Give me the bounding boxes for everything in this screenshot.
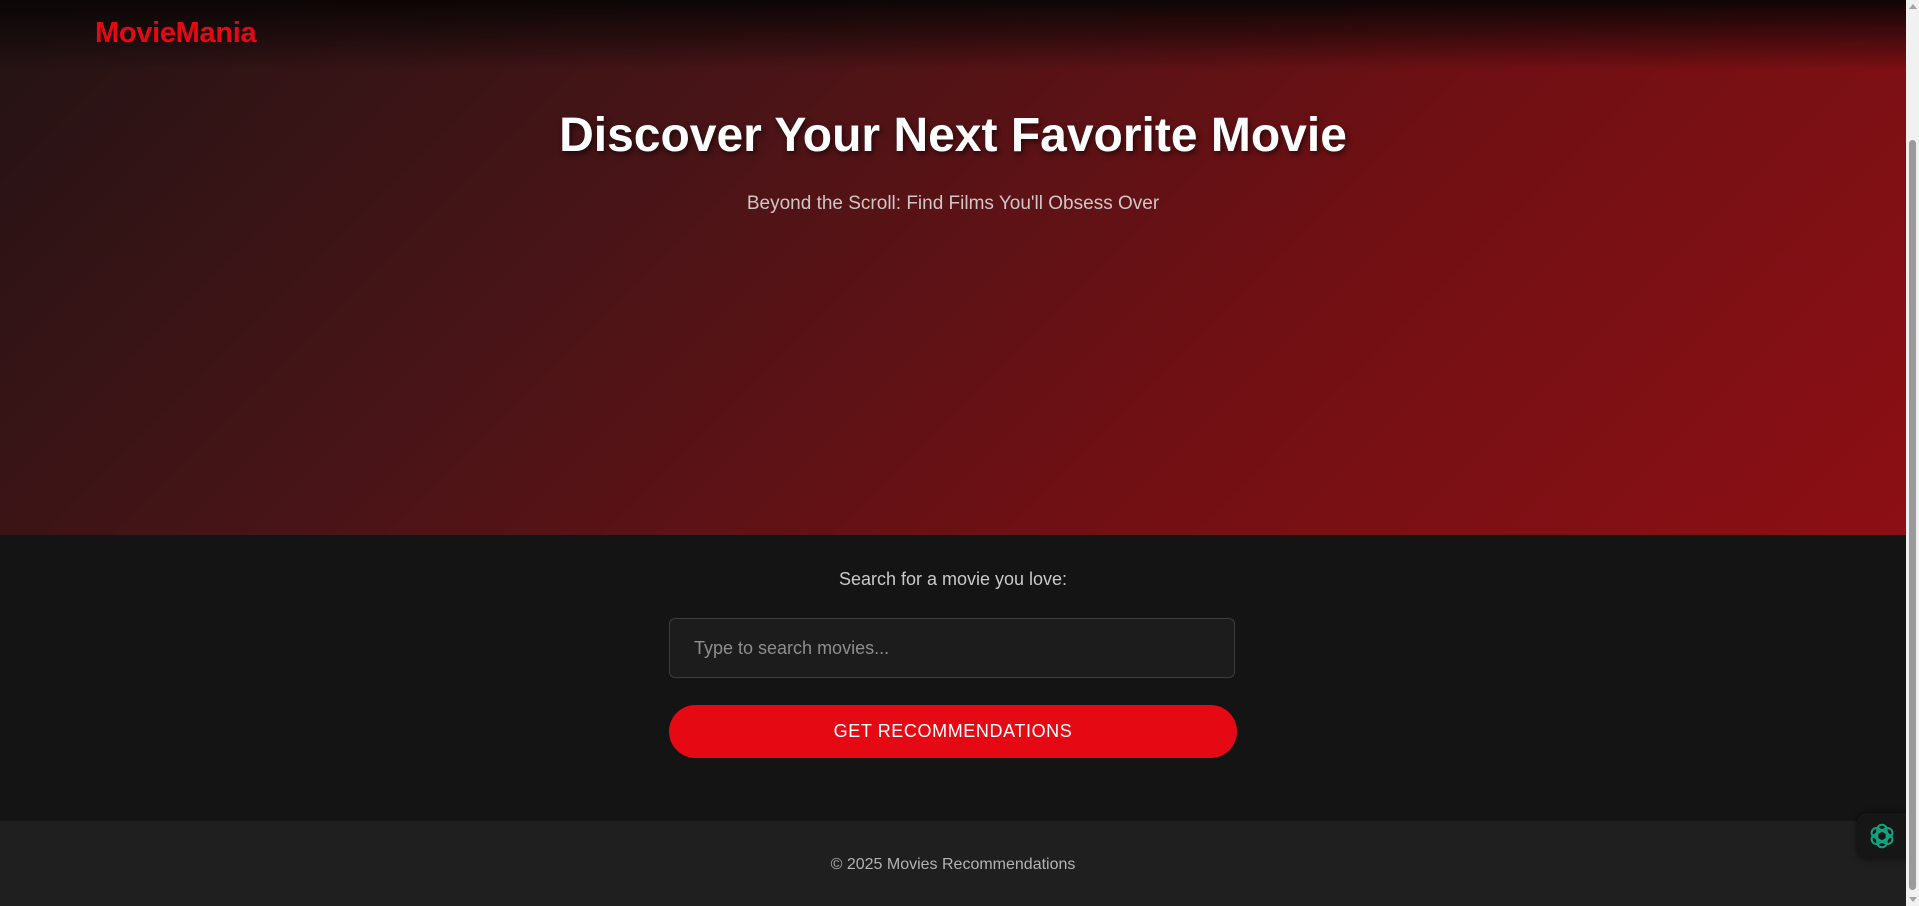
site-logo[interactable]: MovieMania [95, 17, 257, 50]
page-scrollbar[interactable] [1906, 0, 1919, 906]
assistant-button[interactable] [1857, 813, 1907, 859]
movie-search-input[interactable] [669, 618, 1235, 678]
hero-subtitle: Beyond the Scroll: Find Films You'll Obs… [746, 193, 1160, 214]
search-section: Search for a movie you love: GET RECOMME… [0, 535, 1906, 821]
footer: © 2025 Movies Recommendations [0, 821, 1906, 906]
search-label: Search for a movie you love: [838, 569, 1068, 589]
scrollbar-thumb[interactable] [1909, 140, 1916, 890]
get-recommendations-button[interactable]: GET RECOMMENDATIONS [669, 705, 1237, 758]
scroll-down-arrow-icon[interactable] [1909, 897, 1917, 902]
header-fade [0, 0, 1906, 70]
hero-section: MovieMania Discover Your Next Favorite M… [0, 0, 1906, 535]
scroll-up-arrow-icon[interactable] [1909, 4, 1917, 9]
openai-assistant-icon [1870, 823, 1894, 849]
page: MovieMania Discover Your Next Favorite M… [0, 0, 1919, 906]
hero-title: Discover Your Next Favorite Movie [559, 109, 1347, 162]
footer-copyright: © 2025 Movies Recommendations [830, 856, 1076, 873]
